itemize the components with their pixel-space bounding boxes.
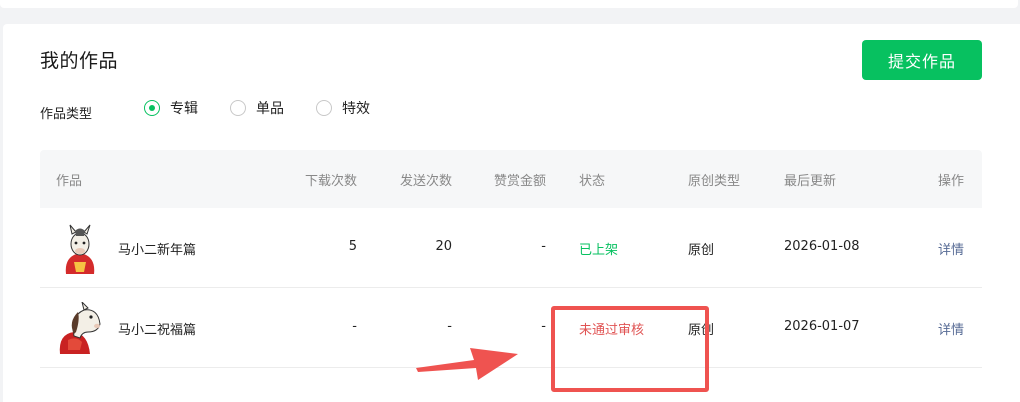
radio-effect[interactable]: 特效: [316, 98, 370, 118]
tip-amount: -: [541, 319, 546, 334]
horse-new-year-thumbnail: [65, 224, 95, 274]
col-header-actions: 操作: [938, 174, 965, 189]
radio-label: 单品: [256, 101, 284, 117]
send-count: 20: [435, 239, 452, 254]
work-type-label: 作品类型: [40, 107, 93, 122]
details-link[interactable]: 详情: [938, 319, 964, 338]
col-header-downloads: 下载次数: [304, 174, 357, 189]
radio-label: 专辑: [170, 101, 198, 117]
table-row: 马小二新年篇 5 20 - 已上架 原创 2026-01-08 详情: [40, 208, 982, 288]
col-header-work: 作品: [56, 174, 83, 189]
work-name: 马小二新年篇: [118, 243, 197, 258]
details-link[interactable]: 详情: [938, 239, 964, 258]
send-count: -: [447, 319, 452, 334]
tip-amount: -: [541, 239, 546, 254]
works-table: 作品 下载次数 发送次数 赞赏金额 状态 原创类型 最后更新 操作 马小二新年篇…: [40, 150, 982, 368]
last-update-date: 2026-01-07: [784, 319, 860, 334]
col-header-sends: 发送次数: [399, 174, 452, 189]
status-text: 已上架: [579, 243, 619, 258]
radio-unchecked-icon: [316, 100, 332, 116]
annotation-arrow-icon: [416, 348, 518, 380]
radio-album[interactable]: 专辑: [144, 98, 198, 118]
annotation-highlight-box: [551, 306, 709, 392]
radio-unchecked-icon: [230, 100, 246, 116]
top-panel-edge: [0, 0, 1018, 8]
page-title: 我的作品: [40, 50, 119, 72]
col-header-last-update: 最后更新: [784, 174, 837, 189]
download-count: -: [352, 319, 357, 334]
download-count: 5: [348, 239, 357, 254]
radio-single[interactable]: 单品: [230, 98, 284, 118]
radio-checked-icon: [144, 100, 160, 116]
horse-blessing-thumbnail: [59, 302, 101, 354]
col-header-status: 状态: [579, 174, 606, 189]
work-type-radio-group: 专辑 单品 特效: [144, 98, 402, 118]
submit-work-button[interactable]: 提交作品: [862, 40, 982, 80]
col-header-tips: 赞赏金额: [493, 174, 546, 189]
original-type: 原创: [688, 243, 715, 258]
work-name: 马小二祝福篇: [118, 323, 197, 338]
col-header-original-type: 原创类型: [688, 174, 741, 189]
last-update-date: 2026-01-08: [784, 239, 860, 254]
radio-label: 特效: [342, 101, 370, 117]
table-header: 作品 下载次数 发送次数 赞赏金额 状态 原创类型 最后更新 操作: [40, 150, 982, 208]
